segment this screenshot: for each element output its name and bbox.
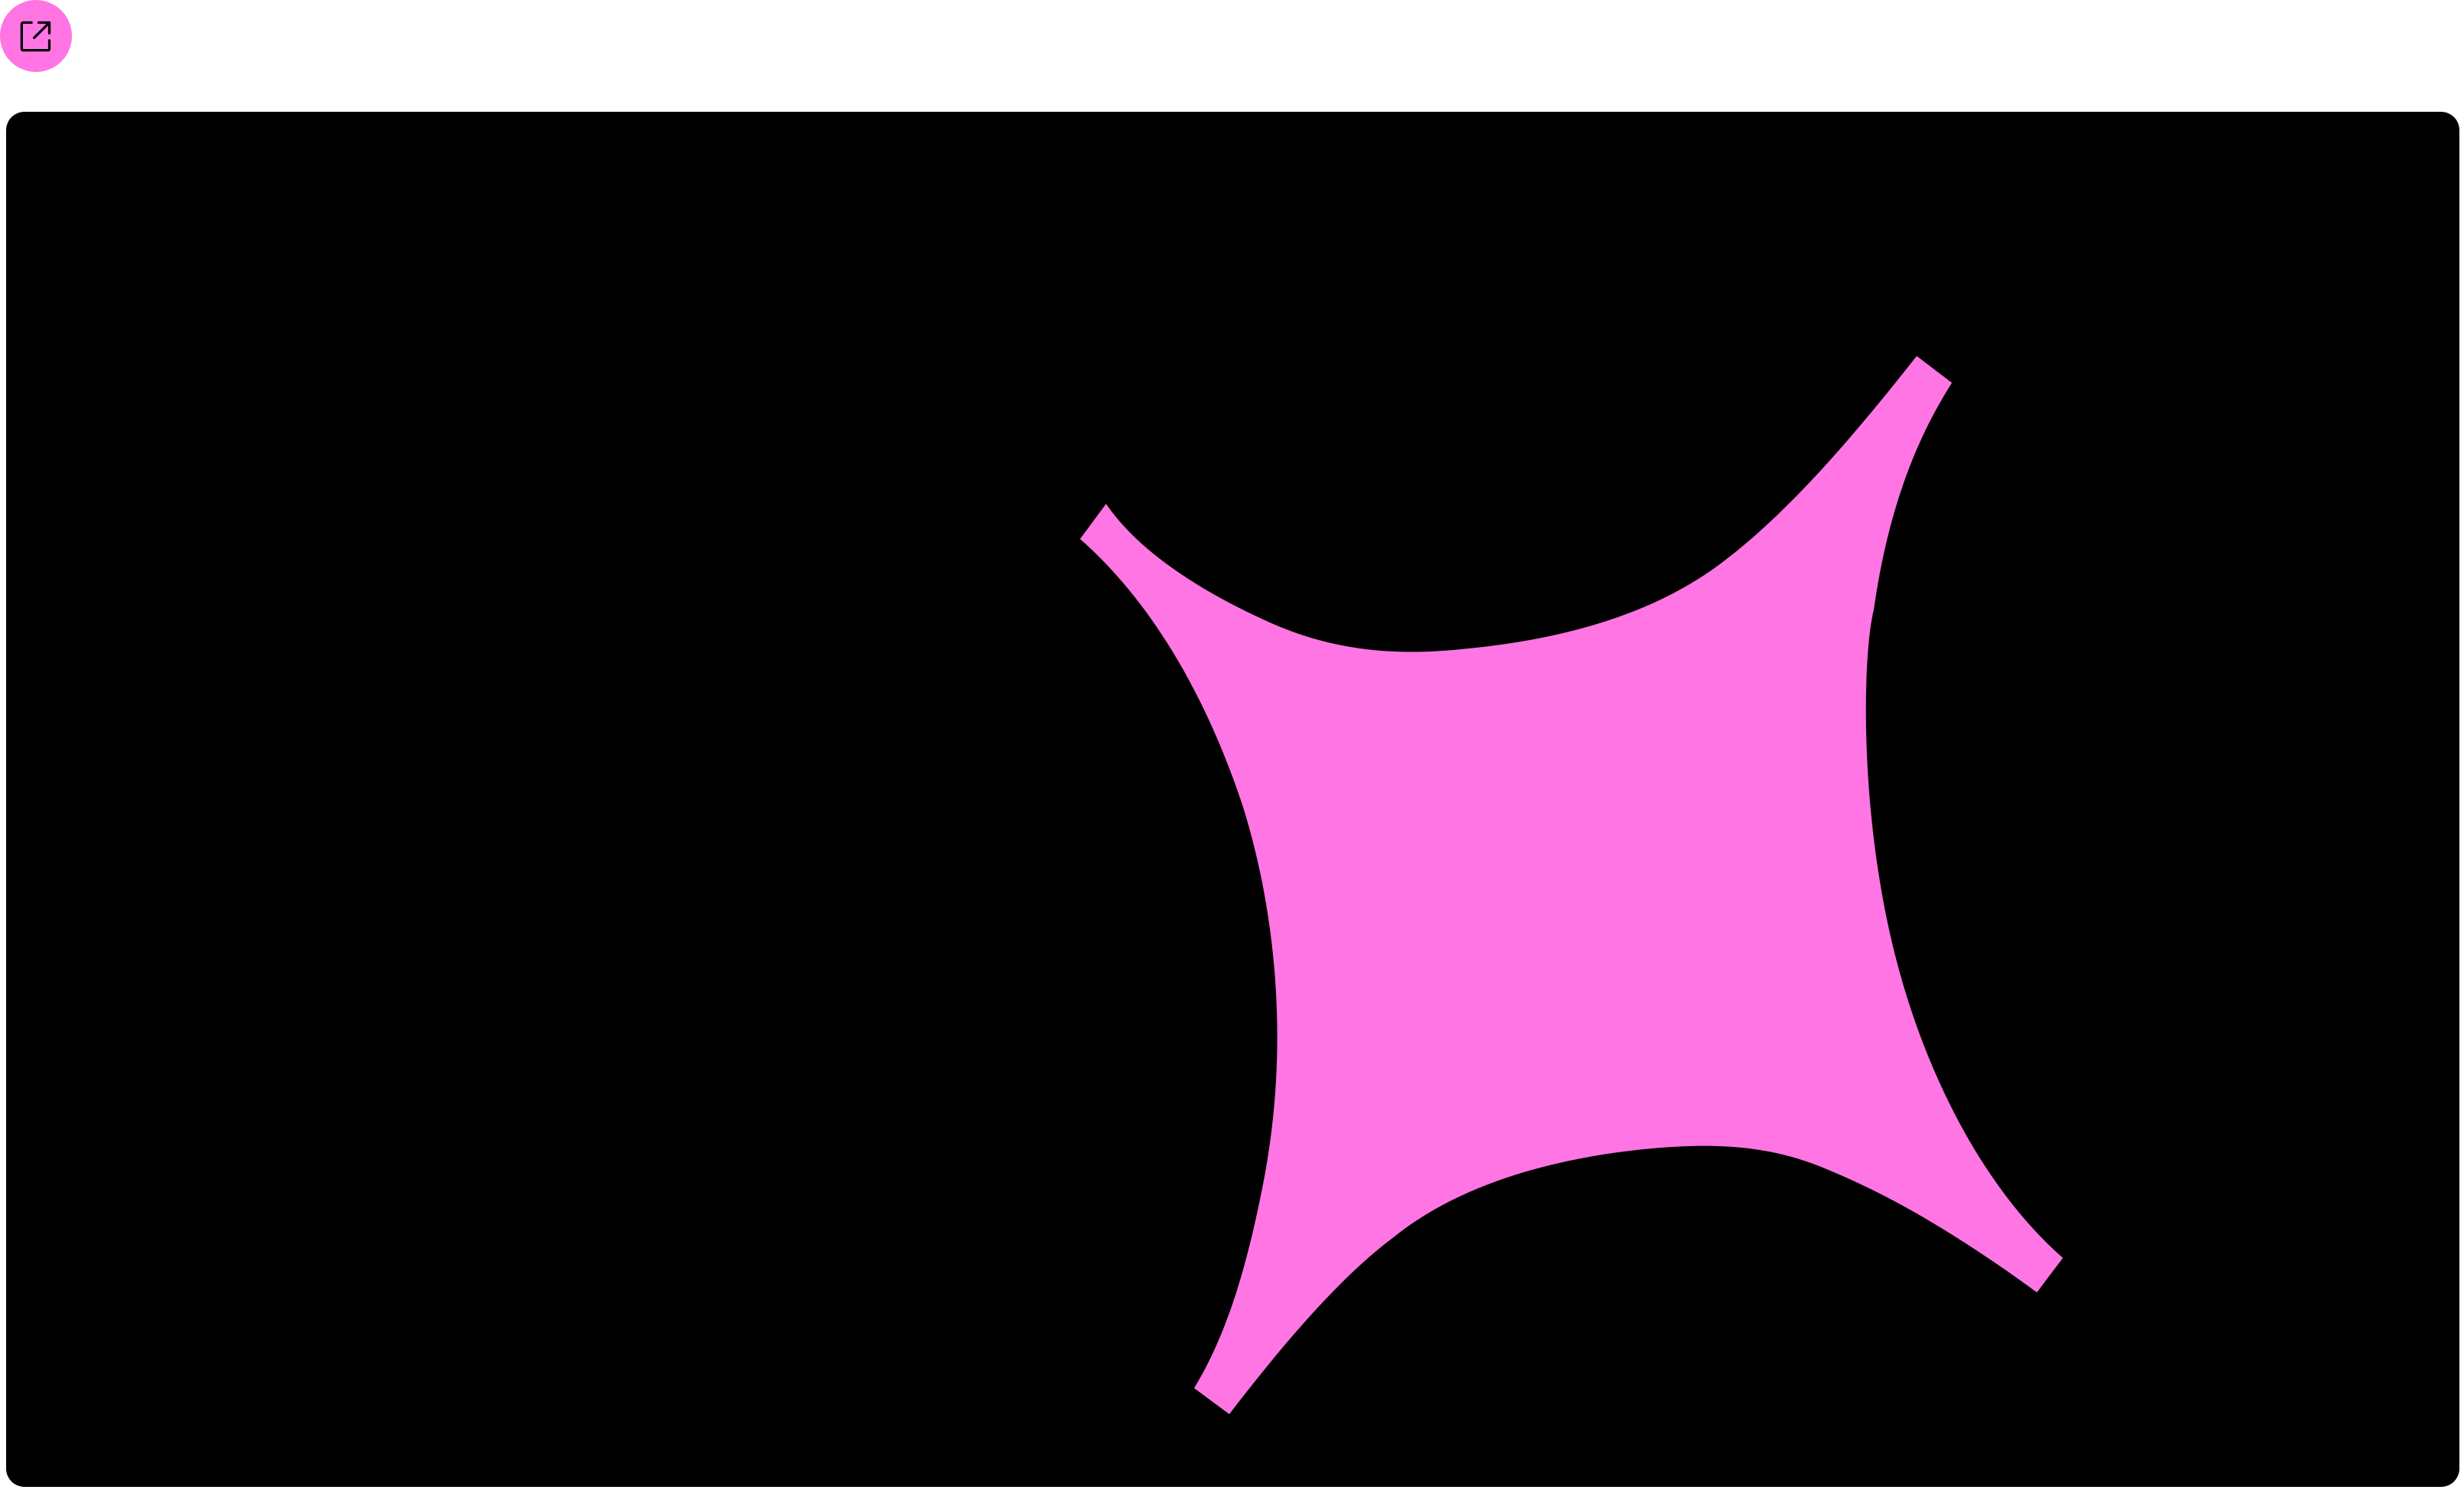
open-in-new-window-icon (20, 21, 51, 52)
canvas-svg (6, 112, 2459, 1487)
open-in-new-window-button[interactable] (0, 0, 72, 72)
canvas-background (6, 112, 2459, 1487)
image-viewer-canvas (6, 112, 2459, 1487)
